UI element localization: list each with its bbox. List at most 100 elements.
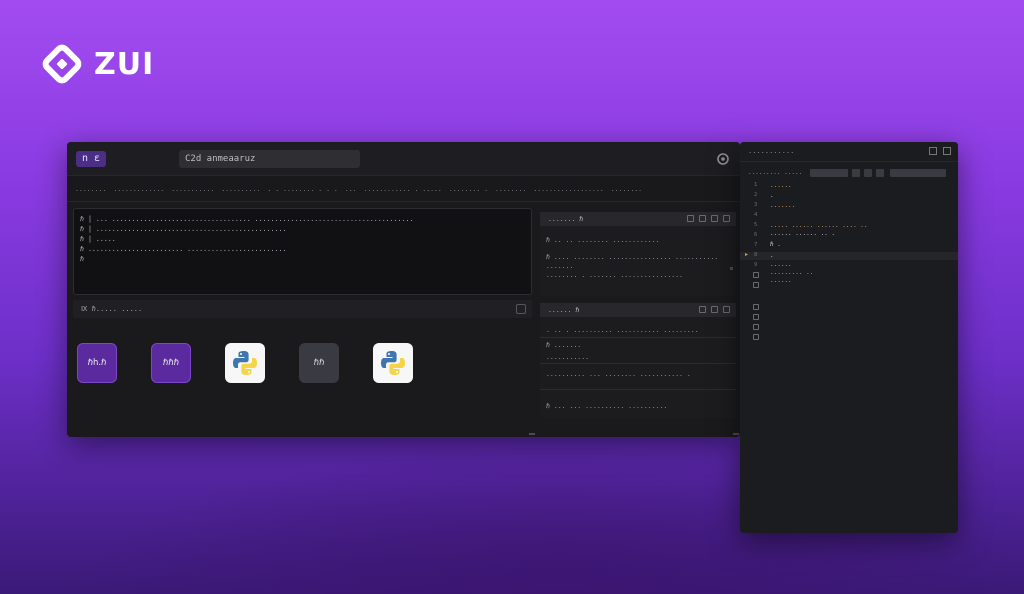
scrollbar[interactable] [730,267,733,270]
tab-bar: ........ ............. ........... .....… [67,176,740,202]
fold-icon[interactable] [753,282,759,288]
launcher-expand-icon[interactable] [516,304,526,314]
panel-line: ........ . ....... ................ [546,271,683,279]
copy-icon[interactable] [699,306,706,313]
line-number: 6 [754,232,758,238]
panel-line: ℏ .. .. ........ ............ [546,236,660,244]
launcher-tile-python[interactable] [225,343,265,383]
close-icon[interactable] [943,147,951,155]
close-icon[interactable] [723,306,730,313]
python-icon [233,351,257,375]
launcher-tile-python[interactable] [373,343,413,383]
tab[interactable]: ........ [495,185,526,193]
main-window: n ε C2d anmeaaruz ........ .............… [67,142,740,437]
divider [540,337,736,338]
editor-gutter: 1 2 3 4 5 6 7 8 9 [740,182,770,533]
code-line[interactable]: ...... [770,182,792,189]
tab[interactable]: ... [345,185,357,193]
side-panel-title: ....... ℏ [548,215,584,223]
line-number: 3 [754,202,758,208]
editor-file-name: ......... ..... [748,169,803,176]
workspace-badge[interactable]: n ε [76,151,106,167]
tab[interactable]: ........ [75,185,106,193]
brand-name: ZUI [94,46,155,82]
editor-titlebar: ........... [740,142,958,162]
tab[interactable]: ............ . ..... [364,185,442,193]
side-panel-top: ....... ℏ ℏ .. .. ........ ............ … [540,212,736,296]
tab[interactable]: . . ........ . . . [267,185,337,193]
settings-icon[interactable] [715,151,731,167]
panel-controls [699,306,730,313]
line-number: 7 [754,242,758,248]
panel-line: ℏ ....... [546,341,582,349]
launcher-tile-label: ℏℏ [313,358,325,368]
fold-icon[interactable] [753,314,759,320]
side-panel-header: ....... ℏ [540,212,736,226]
line-number: 8 [754,252,758,258]
launcher-title: Ⅸ ℏ..... ..... [81,305,143,313]
launcher-tile-terminal[interactable]: ℏℏ [299,343,339,383]
copy-icon[interactable] [699,215,706,222]
code-line[interactable]: . [770,192,774,199]
output-line: ℏ | ....................................… [80,225,287,233]
launcher-tile-kernel[interactable]: ℏℏℏ [151,343,191,383]
fold-icon[interactable] [753,334,759,340]
editor-search-input[interactable] [890,169,946,177]
tab[interactable]: ............. [113,185,164,193]
panel-controls [687,215,730,222]
tab[interactable]: ........... [171,185,214,193]
code-line[interactable]: ...... [770,277,792,284]
zui-logo-icon [42,44,82,84]
panel-line: ....... [546,262,574,270]
grid-icon[interactable] [929,147,937,155]
output-panel[interactable]: ℏ | ... ................................… [73,208,532,295]
panel-line: ........... [546,353,590,361]
side-panel-bottom: ...... ℏ . .. . .......... ........... .… [540,303,736,418]
divider [540,363,736,364]
editor-window: ........... ......... ..... ▸ 1 2 3 4 5 … [740,142,958,533]
line-number: 9 [754,262,758,268]
tab[interactable]: ........ [611,185,642,193]
pin-icon[interactable] [687,215,694,222]
panel-line: .......... ... ........ ........... . [546,370,691,378]
fold-icon[interactable] [753,304,759,310]
code-line[interactable]: ..... ...... ...... .... .. [770,222,868,229]
code-line[interactable]: . [770,252,774,259]
code-line[interactable]: ......... .. [770,269,813,276]
code-line[interactable]: ℏ . [770,241,781,248]
tab[interactable]: ........ . [449,185,488,193]
side-panel-header: ...... ℏ [540,303,736,317]
refresh-icon[interactable] [864,169,872,177]
output-line: ℏ | ..... [80,235,116,243]
panel-line: ℏ ... ... .......... .......... [546,402,668,410]
expand-icon[interactable] [711,215,718,222]
tab[interactable]: .......... [221,185,260,193]
output-line: ℏ [80,255,84,263]
launcher-tile-label: ℏℏℏ [162,358,180,368]
resize-handle[interactable] [529,433,535,435]
launcher-header: Ⅸ ℏ..... ..... [73,300,532,318]
divider [540,389,736,390]
tab[interactable]: .................. [533,185,603,193]
resize-handle[interactable] [733,433,739,435]
line-number: 2 [754,192,758,198]
code-line[interactable]: ...... ...... .. . [770,230,835,237]
launcher-tile-kernel[interactable]: ℏh.ℏ [77,343,117,383]
line-number: 1 [754,182,758,188]
line-number: 4 [754,212,758,218]
workspace-name-field[interactable]: C2d anmeaaruz [179,150,360,168]
top-bar: n ε C2d anmeaaruz [67,142,740,176]
launcher-tile-label: ℏh.ℏ [87,358,107,368]
side-panel-title: ...... ℏ [548,306,580,314]
fold-icon[interactable] [753,324,759,330]
code-line[interactable]: ....... [770,202,795,209]
close-icon[interactable] [723,215,730,222]
panel-line: ℏ .... ........ ................ .......… [546,253,719,261]
search-icon[interactable] [876,169,884,177]
output-line: ℏ | ... ................................… [80,215,414,223]
expand-icon[interactable] [711,306,718,313]
code-line[interactable]: ...... [770,261,792,268]
step-icon[interactable] [852,169,860,177]
fold-icon[interactable] [753,272,759,278]
run-button[interactable] [810,169,848,177]
